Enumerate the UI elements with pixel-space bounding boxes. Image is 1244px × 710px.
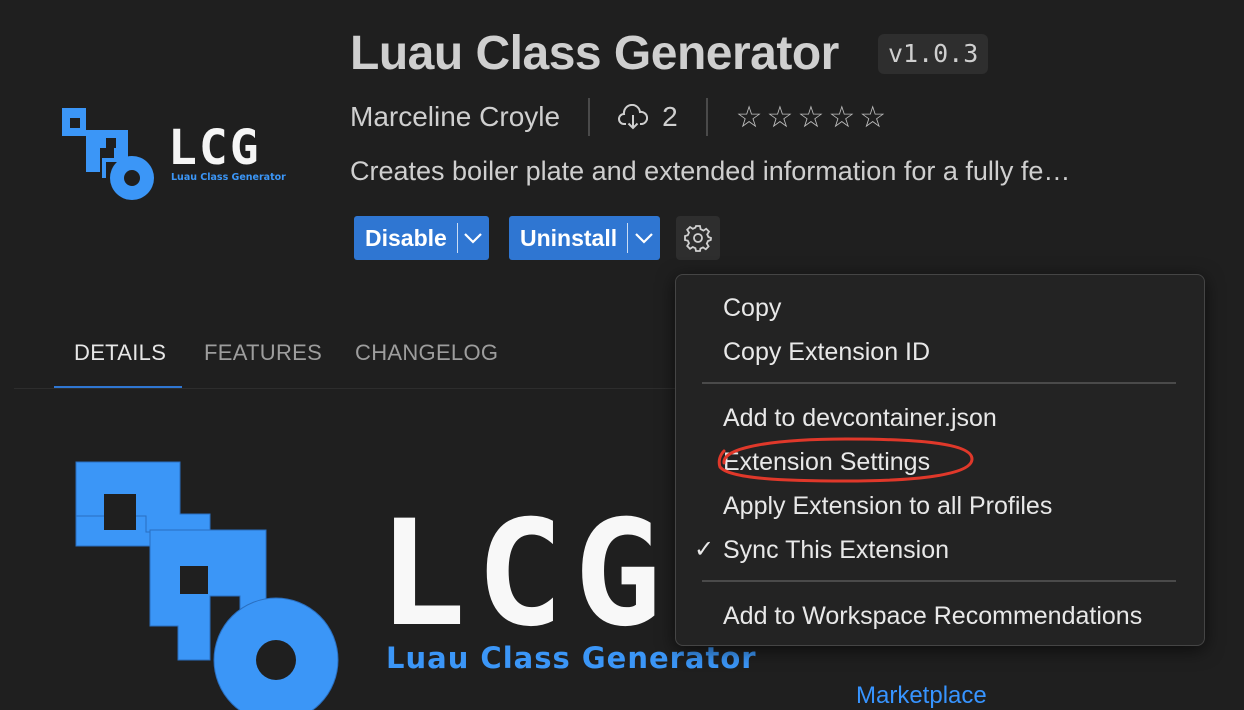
gear-icon [684, 225, 712, 252]
chevron-down-icon[interactable] [628, 232, 660, 244]
logo-wordmark: LCG [168, 120, 261, 176]
tab-changelog[interactable]: CHANGELOG [355, 340, 498, 366]
active-tab-indicator [54, 386, 182, 388]
tab-details[interactable]: DETAILS [74, 340, 166, 366]
menu-item-copy-extension-id[interactable]: Copy Extension ID [723, 332, 930, 372]
extension-logo: LCG Luau Class Generator [62, 108, 286, 200]
tab-divider [14, 388, 694, 389]
install-count-value: 2 [662, 101, 678, 132]
extension-description: Creates boiler plate and extended inform… [350, 156, 1071, 186]
logo-tagline: Luau Class Generator [171, 172, 286, 183]
publisher-name[interactable]: Marceline Croyle [350, 101, 560, 133]
uninstall-label[interactable]: Uninstall [509, 225, 627, 252]
extension-title: Luau Class Generator [350, 27, 839, 80]
menu-item-add-to-workspace-recommendations[interactable]: Add to Workspace Recommendations [723, 596, 1142, 636]
menu-item-apply-to-all-profiles[interactable]: Apply Extension to all Profiles [723, 486, 1052, 526]
cloud-download-icon [618, 104, 649, 130]
meta-divider [588, 98, 591, 136]
extension-meta: Marceline Croyle 2 ☆☆☆☆☆ [350, 96, 890, 138]
disable-label[interactable]: Disable [354, 225, 457, 252]
meta-divider [705, 98, 708, 136]
menu-item-copy[interactable]: Copy [723, 288, 781, 328]
disable-button[interactable]: Disable [354, 216, 489, 260]
menu-divider [702, 382, 1176, 384]
tab-features[interactable]: FEATURES [204, 340, 322, 366]
context-menu: Copy Copy Extension ID Add to devcontain… [675, 274, 1205, 646]
version-badge: v1.0.3 [878, 34, 989, 74]
readme-logo-wordmark: LCG [378, 489, 672, 659]
menu-item-sync-this-extension[interactable]: Sync This Extension [723, 530, 949, 570]
install-count: 2 [618, 101, 678, 133]
readme-logo: LCG Luau Class Generator [75, 461, 757, 710]
checkmark-icon: ✓ [694, 536, 715, 563]
readme-logo-tagline: Luau Class Generator [386, 641, 757, 675]
rating-stars[interactable]: ☆☆☆☆☆ [736, 100, 890, 135]
manage-gear-button[interactable] [676, 216, 720, 260]
uninstall-button[interactable]: Uninstall [509, 216, 660, 260]
menu-item-add-to-devcontainer[interactable]: Add to devcontainer.json [723, 398, 997, 438]
chevron-down-icon[interactable] [458, 232, 489, 244]
marketplace-link[interactable]: Marketplace [856, 682, 987, 710]
menu-divider [702, 580, 1176, 582]
annotation-circle [717, 437, 974, 483]
